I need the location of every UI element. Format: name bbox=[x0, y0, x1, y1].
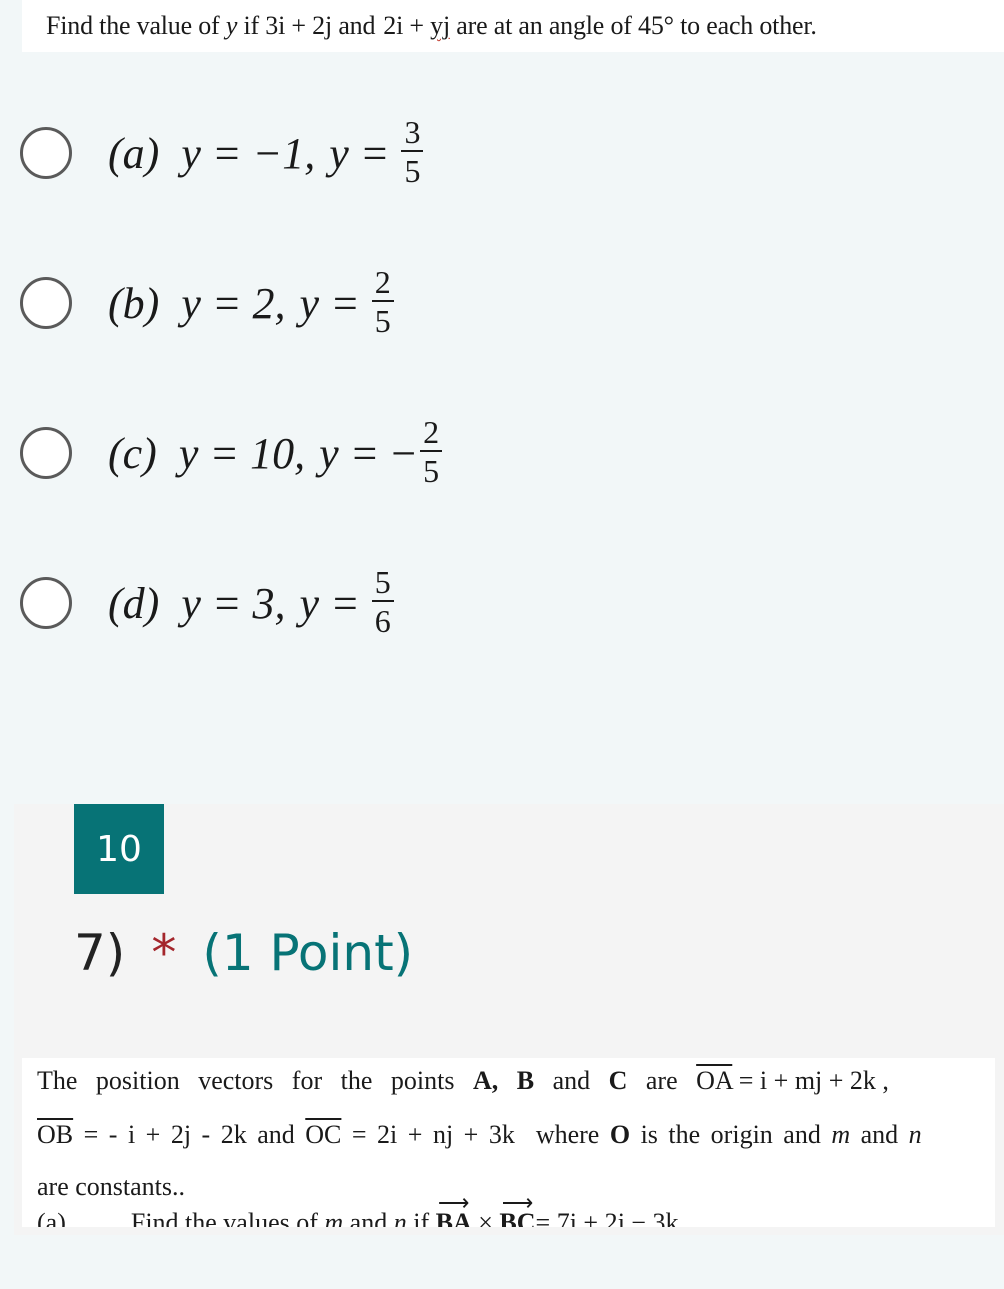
option-b[interactable]: (b) y = 2, y = 2 5 bbox=[20, 266, 620, 339]
prompt-text: Find the value of bbox=[46, 11, 220, 40]
fraction-denominator: 5 bbox=[423, 452, 440, 489]
point-a: A, bbox=[472, 1066, 499, 1095]
question-number: 7) bbox=[74, 924, 126, 982]
question-card: 10 7) * (1 Point) The position vectors f… bbox=[14, 804, 1004, 1235]
question-image-body: The position vectors for the points A, B… bbox=[22, 1058, 995, 1227]
option-value-1: y = 2, bbox=[181, 278, 286, 328]
point-o: O bbox=[609, 1120, 631, 1149]
negative-sign: − bbox=[391, 428, 417, 478]
option-letter: (a) bbox=[108, 128, 160, 178]
body-line-2: OB = - i + 2j - 2k and OC = 2i + nj + 3k… bbox=[37, 1120, 922, 1150]
required-marker: * bbox=[151, 924, 177, 982]
body-text: and bbox=[349, 1208, 388, 1227]
option-fraction: 2 5 bbox=[371, 266, 394, 339]
vector-oc-expression: = 2i + nj + 3k bbox=[341, 1120, 515, 1149]
option-value-2-prefix: y = bbox=[329, 128, 390, 178]
option-label: (c) y = 10, y = − 2 5 bbox=[108, 416, 443, 489]
radio-button[interactable] bbox=[20, 427, 72, 479]
vector-oc: OC bbox=[305, 1120, 342, 1149]
option-label: (d) y = 3, y = 5 6 bbox=[108, 566, 394, 639]
prompt-text: if bbox=[243, 11, 259, 40]
option-value-2-prefix: y = bbox=[299, 278, 360, 328]
option-label: (b) y = 2, y = 2 5 bbox=[108, 266, 394, 339]
option-letter: (d) bbox=[108, 578, 160, 628]
fraction-numerator: 2 bbox=[420, 416, 443, 452]
fraction-numerator: 3 bbox=[401, 116, 424, 152]
vector-ob-expression: = - i + 2j - 2k bbox=[73, 1120, 247, 1149]
option-label: (a) y = −1, y = 3 5 bbox=[108, 116, 424, 189]
prompt-var-y: y bbox=[225, 11, 238, 40]
body-text: are bbox=[645, 1066, 678, 1095]
point-c: C bbox=[608, 1066, 628, 1095]
body-text: and bbox=[257, 1120, 295, 1149]
var-n: n bbox=[393, 1208, 407, 1227]
option-value-2-prefix: y = bbox=[299, 578, 360, 628]
body-text: where bbox=[535, 1120, 600, 1149]
option-letter: (c) bbox=[108, 428, 157, 478]
vector-ob: OB bbox=[37, 1120, 74, 1149]
vector-bc: BC bbox=[499, 1190, 535, 1227]
option-value-1: y = 3, bbox=[181, 578, 286, 628]
body-text: and bbox=[860, 1120, 899, 1149]
option-fraction: 3 5 bbox=[401, 116, 424, 189]
prompt-text: are at an angle of bbox=[456, 11, 632, 40]
cross-product-sign: × bbox=[478, 1208, 493, 1227]
prompt-vector-2: 2i + bbox=[383, 11, 431, 40]
option-letter: (b) bbox=[108, 278, 160, 328]
option-d[interactable]: (d) y = 3, y = 5 6 bbox=[20, 566, 620, 639]
question-points: (1 Point) bbox=[202, 924, 414, 982]
body-line-3: are constants.. bbox=[37, 1172, 186, 1201]
fraction-denominator: 5 bbox=[404, 152, 421, 189]
question-image-prompt: Find the value of y if 3i + 2j and 2i + y… bbox=[22, 0, 1004, 52]
question-title: 7) * (1 Point) bbox=[74, 924, 413, 982]
option-fraction: 5 6 bbox=[371, 566, 394, 639]
option-value-1: y = −1, bbox=[181, 128, 316, 178]
body-text: Find the values of bbox=[130, 1208, 318, 1227]
radio-button[interactable] bbox=[20, 277, 72, 329]
fraction-numerator: 2 bbox=[371, 266, 394, 302]
vector-oa: OA bbox=[696, 1066, 733, 1095]
body-line-1: The position vectors for the points A, B… bbox=[37, 1066, 889, 1096]
option-fraction: 2 5 bbox=[420, 416, 443, 489]
var-n: n bbox=[908, 1120, 922, 1149]
fraction-denominator: 5 bbox=[374, 302, 391, 339]
option-c[interactable]: (c) y = 10, y = − 2 5 bbox=[20, 416, 620, 489]
fraction-denominator: 6 bbox=[374, 602, 391, 639]
body-text: if bbox=[413, 1208, 430, 1227]
sub-question-label: (a) bbox=[37, 1208, 66, 1227]
body-line-4: (a) Find the values of m and n if BA × B… bbox=[37, 1190, 679, 1227]
var-m: m bbox=[324, 1208, 344, 1227]
prompt-text: to each other. bbox=[680, 11, 817, 40]
body-text: The position vectors for the points bbox=[37, 1066, 455, 1095]
prompt-angle: 45° bbox=[638, 11, 674, 40]
radio-button[interactable] bbox=[20, 577, 72, 629]
prompt-vector-1: 3i + 2j bbox=[265, 11, 332, 40]
option-a[interactable]: (a) y = −1, y = 3 5 bbox=[20, 116, 620, 189]
question-number-badge: 10 bbox=[74, 804, 164, 894]
prompt-vector-2-y: yj bbox=[430, 11, 450, 40]
var-m: m bbox=[831, 1120, 851, 1149]
option-value-1: y = 10, bbox=[178, 428, 306, 478]
point-b: B bbox=[516, 1066, 535, 1095]
radio-button[interactable] bbox=[20, 127, 72, 179]
cross-product-result: = 7i + 2j − 3k bbox=[535, 1208, 679, 1227]
fraction-numerator: 5 bbox=[371, 566, 394, 602]
prompt-text: and bbox=[338, 11, 376, 40]
body-text: and bbox=[552, 1066, 591, 1095]
vector-oa-expression: = i + mj + 2k , bbox=[732, 1066, 889, 1095]
body-text: is the origin and bbox=[640, 1120, 821, 1149]
option-value-2-prefix: y = bbox=[319, 428, 380, 478]
vector-ba: BA bbox=[436, 1190, 472, 1227]
